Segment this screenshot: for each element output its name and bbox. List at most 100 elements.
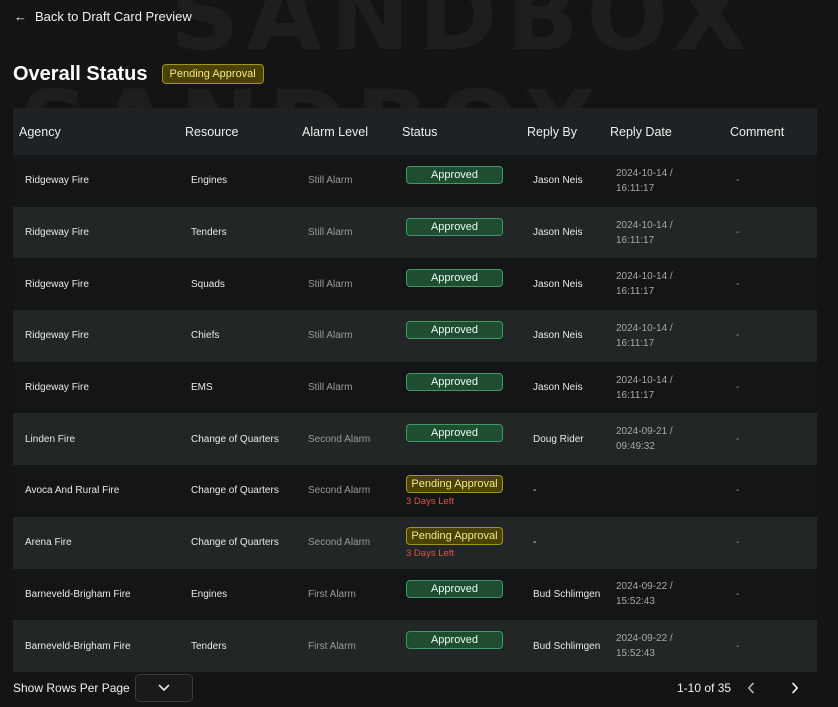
reply-date-cell [604, 465, 724, 517]
reply-date-cell [604, 517, 724, 569]
status-cell: Approved [396, 620, 521, 672]
resource-cell: Squads [191, 278, 225, 290]
alarm-level-cell: Second Alarm [308, 537, 371, 549]
reply-time-text: 15:52:43 [616, 648, 655, 660]
days-left-text: 3 Days Left [406, 496, 455, 508]
status-cell: Approved [396, 413, 521, 465]
previous-page-button[interactable] [742, 679, 760, 697]
reply-date-cell: 2024-10-14 / 16:11:17 [604, 155, 724, 207]
comment-cell: - [736, 175, 740, 187]
table-row: Ridgeway Fire Engines Still Alarm Approv… [13, 155, 817, 207]
status-table-container: Agency Resource Alarm Level Status Reply… [13, 108, 817, 672]
alarm-level-cell: Still Alarm [308, 175, 353, 187]
status-badge: Approved [406, 217, 503, 236]
arrow-left-icon: ← [14, 8, 27, 24]
status-cell: Approved [396, 258, 521, 310]
reply-date-text: 2024-09-21 / [616, 426, 673, 438]
table-row: Linden Fire Change of Quarters Second Al… [13, 413, 817, 466]
reply-time-text: 16:11:17 [616, 234, 655, 246]
reply-time-text: 16:11:17 [616, 389, 655, 401]
reply-time-text: 09:49:32 [616, 441, 655, 453]
agency-cell: Ridgeway Fire [25, 278, 89, 290]
resource-cell: Engines [191, 588, 228, 600]
status-badge: Approved [406, 269, 503, 288]
table-footer: Show Rows Per Page 1-10 of 35 [0, 672, 838, 707]
status-badge: Pending Approval [406, 526, 503, 545]
reply-by-cell: Jason Neis [533, 227, 583, 239]
table-row: Ridgeway Fire Squads Still Alarm Approve… [13, 258, 817, 311]
reply-date-text: 2024-10-14 / [616, 167, 673, 179]
reply-time-text: 16:11:17 [616, 337, 655, 349]
status-cell: Approved [396, 362, 521, 414]
reply-time-text: 16:11:17 [616, 286, 655, 298]
comment-cell: - [736, 640, 740, 652]
status-cell: Pending Approval 3 Days Left [396, 465, 521, 517]
status-badge: Approved [406, 166, 503, 184]
rows-per-page-label: Show Rows Per Page [13, 681, 130, 695]
table-body: Ridgeway Fire Engines Still Alarm Approv… [13, 155, 817, 672]
resource-cell: Tenders [191, 640, 227, 652]
status-cell: Approved [396, 207, 521, 259]
reply-date-cell: 2024-10-14 / 16:11:17 [604, 310, 724, 362]
reply-by-cell: Jason Neis [533, 175, 583, 187]
alarm-level-cell: Still Alarm [308, 330, 353, 342]
table-row: Ridgeway Fire Chiefs Still Alarm Approve… [13, 310, 817, 362]
table-row: Barneveld-Brigham Fire Engines First Ala… [13, 568, 817, 621]
reply-time-text: 16:11:17 [616, 182, 655, 194]
resource-cell: Change of Quarters [191, 433, 279, 445]
reply-date-text: 2024-10-14 / [616, 271, 673, 283]
column-header-alarm-level: Alarm Level [302, 124, 368, 139]
page-title: Overall Status [13, 62, 148, 85]
reply-date-text: 2024-09-22 / [616, 633, 673, 645]
resource-cell: Chiefs [191, 330, 220, 342]
reply-date-cell: 2024-09-21 / 09:49:32 [604, 413, 724, 465]
rows-per-page-select[interactable] [135, 674, 193, 702]
resource-cell: Change of Quarters [191, 485, 279, 497]
alarm-level-cell: Still Alarm [308, 278, 353, 290]
agency-cell: Ridgeway Fire [25, 330, 89, 342]
status-cell: Approved [396, 155, 521, 207]
column-header-resource: Resource [185, 124, 239, 139]
status-table: Agency Resource Alarm Level Status Reply… [13, 108, 817, 672]
reply-date-cell: 2024-10-14 / 16:11:17 [604, 258, 724, 310]
alarm-level-cell: Second Alarm [308, 433, 371, 445]
next-page-button[interactable] [786, 679, 804, 697]
resource-cell: Engines [191, 175, 228, 187]
table-row: Arena Fire Change of Quarters Second Ala… [13, 516, 817, 569]
overall-status-badge: Pending Approval [161, 64, 264, 84]
comment-cell: - [736, 485, 740, 497]
title-row: Overall Status Pending Approval [13, 62, 264, 86]
agency-cell: Barneveld-Brigham Fire [25, 588, 131, 600]
chevron-right-icon [792, 682, 798, 694]
reply-by-cell: Bud Schlimgen [533, 588, 601, 600]
comment-cell: - [736, 278, 740, 290]
resource-cell: EMS [191, 382, 213, 394]
comment-cell: - [736, 537, 740, 549]
column-header-agency: Agency [19, 124, 61, 139]
back-to-draft-link[interactable]: ← Back to Draft Card Preview [14, 7, 192, 25]
reply-date-cell: 2024-09-22 / 15:52:43 [604, 620, 724, 672]
reply-date-text: 2024-09-22 / [616, 581, 673, 593]
agency-cell: Linden Fire [25, 433, 76, 445]
reply-time-text: 15:52:43 [616, 596, 655, 608]
alarm-level-cell: Second Alarm [308, 485, 371, 497]
alarm-level-cell: First Alarm [308, 588, 356, 600]
reply-by-cell: - [533, 485, 537, 497]
reply-date-text: 2024-10-14 / [616, 322, 673, 334]
comment-cell: - [736, 330, 740, 342]
table-row: Ridgeway Fire Tenders Still Alarm Approv… [13, 206, 817, 259]
table-row: Ridgeway Fire EMS Still Alarm Approved J… [13, 361, 817, 414]
alarm-level-cell: Still Alarm [308, 382, 353, 394]
column-header-reply-date: Reply Date [610, 124, 672, 139]
comment-cell: - [736, 382, 740, 394]
status-badge: Pending Approval [406, 475, 503, 494]
reply-date-text: 2024-10-14 / [616, 219, 673, 231]
status-badge: Approved [406, 424, 503, 443]
column-header-status: Status [402, 124, 438, 139]
resource-cell: Change of Quarters [191, 537, 279, 549]
reply-date-cell: 2024-10-14 / 16:11:17 [604, 207, 724, 259]
agency-cell: Ridgeway Fire [25, 227, 89, 239]
status-cell: Approved [396, 569, 521, 621]
status-cell: Pending Approval 3 Days Left [396, 517, 521, 569]
alarm-level-cell: Still Alarm [308, 227, 353, 239]
